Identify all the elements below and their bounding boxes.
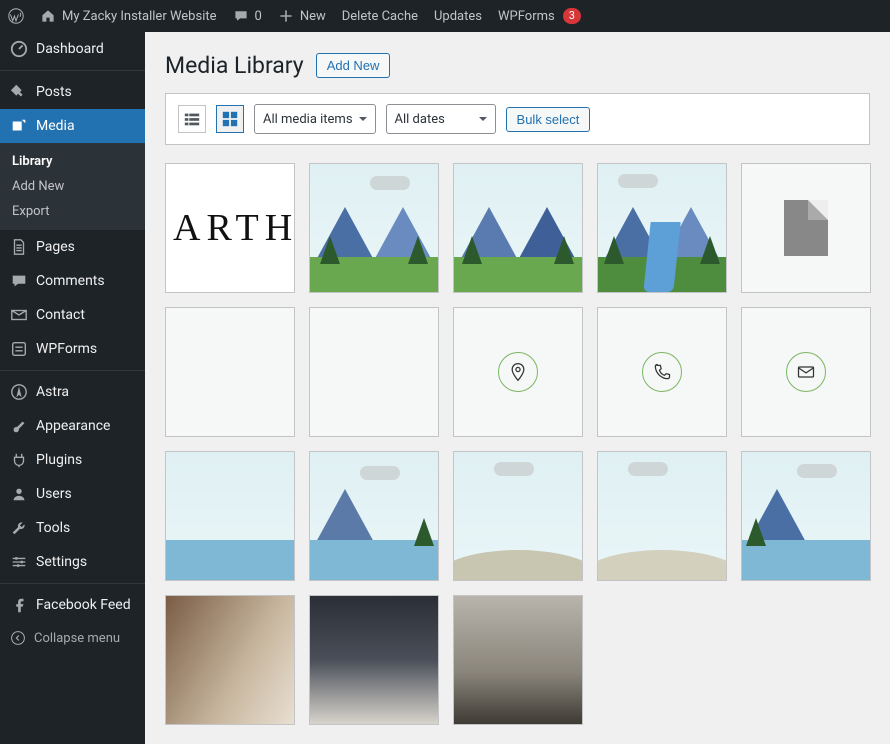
media-toolbar: All media items All dates Bulk select xyxy=(165,93,870,145)
filter-date-select[interactable]: All dates xyxy=(386,104,496,134)
admin-bar: My Zacky Installer Website 0 New Delete … xyxy=(0,0,890,32)
view-list-button[interactable] xyxy=(178,105,206,133)
media-icon xyxy=(10,117,28,135)
plug-icon xyxy=(10,451,28,469)
media-item[interactable] xyxy=(741,163,871,293)
media-item[interactable] xyxy=(165,595,295,725)
media-item[interactable] xyxy=(165,307,295,437)
admin-sidebar: Dashboard Posts Media Library Add New Ex… xyxy=(0,32,145,744)
pin-icon xyxy=(10,83,28,101)
sidebar-item-settings[interactable]: Settings xyxy=(0,545,145,579)
media-item[interactable] xyxy=(453,595,583,725)
media-item[interactable] xyxy=(597,451,727,581)
envelope-icon xyxy=(786,352,826,392)
comments-count: 0 xyxy=(255,9,262,24)
home-icon xyxy=(40,8,56,24)
sidebar-item-astra[interactable]: Astra xyxy=(0,375,145,409)
add-new-button[interactable]: Add New xyxy=(316,53,391,78)
sidebar-item-tools[interactable]: Tools xyxy=(0,511,145,545)
sidebar-item-users[interactable]: Users xyxy=(0,477,145,511)
media-item[interactable] xyxy=(741,307,871,437)
media-item[interactable] xyxy=(309,595,439,725)
wp-logo[interactable] xyxy=(0,0,32,32)
bulk-select-button[interactable]: Bulk select xyxy=(506,107,591,132)
new-label: New xyxy=(300,9,326,24)
sidebar-item-appearance[interactable]: Appearance xyxy=(0,409,145,443)
media-item[interactable] xyxy=(453,307,583,437)
file-icon xyxy=(784,200,828,256)
media-item[interactable] xyxy=(165,451,295,581)
mail-icon xyxy=(10,306,28,324)
site-title: My Zacky Installer Website xyxy=(62,9,217,24)
collapse-menu[interactable]: Collapse menu xyxy=(0,622,145,654)
pages-icon xyxy=(10,238,28,256)
sidebar-item-facebook-feed[interactable]: Facebook Feed xyxy=(0,588,145,622)
sidebar-item-media[interactable]: Media xyxy=(0,109,145,143)
page-title: Media Library xyxy=(165,52,304,79)
delete-cache-link[interactable]: Delete Cache xyxy=(334,0,426,32)
sidebar-item-wpforms[interactable]: WPForms xyxy=(0,332,145,366)
submenu-export[interactable]: Export xyxy=(0,199,145,224)
submenu-library[interactable]: Library xyxy=(0,149,145,174)
brush-icon xyxy=(10,417,28,435)
media-item[interactable] xyxy=(597,163,727,293)
comments-link[interactable]: 0 xyxy=(225,0,270,32)
phone-icon xyxy=(642,352,682,392)
media-item[interactable] xyxy=(453,163,583,293)
location-pin-icon xyxy=(498,352,538,392)
sidebar-item-plugins[interactable]: Plugins xyxy=(0,443,145,477)
astra-icon xyxy=(10,383,28,401)
site-link[interactable]: My Zacky Installer Website xyxy=(32,0,225,32)
media-item[interactable] xyxy=(453,451,583,581)
media-item[interactable] xyxy=(309,307,439,437)
sidebar-item-dashboard[interactable]: Dashboard xyxy=(0,32,145,66)
sidebar-item-comments[interactable]: Comments xyxy=(0,264,145,298)
sidebar-item-posts[interactable]: Posts xyxy=(0,75,145,109)
sidebar-item-contact[interactable]: Contact xyxy=(0,298,145,332)
comment-icon xyxy=(10,272,28,290)
media-item[interactable]: EARTH xyxy=(165,163,295,293)
facebook-icon xyxy=(10,596,28,614)
earth-logo: EARTH xyxy=(165,206,295,250)
user-icon xyxy=(10,485,28,503)
media-grid: EARTH xyxy=(165,163,870,725)
grid-icon xyxy=(221,110,239,128)
form-icon xyxy=(10,340,28,358)
page-header: Media Library Add New xyxy=(165,52,870,79)
content-area: Media Library Add New All media items Al… xyxy=(145,32,890,744)
updates-link[interactable]: Updates xyxy=(426,0,490,32)
submenu-add-new[interactable]: Add New xyxy=(0,174,145,199)
view-grid-button[interactable] xyxy=(216,105,244,133)
wpforms-badge: 3 xyxy=(563,8,581,24)
list-icon xyxy=(183,110,201,128)
wpforms-link[interactable]: WPForms 3 xyxy=(490,0,589,32)
comment-icon xyxy=(233,8,249,24)
new-link[interactable]: New xyxy=(270,0,334,32)
dashboard-icon xyxy=(10,40,28,58)
sidebar-item-pages[interactable]: Pages xyxy=(0,230,145,264)
media-item[interactable] xyxy=(309,451,439,581)
media-submenu: Library Add New Export xyxy=(0,143,145,230)
media-item[interactable] xyxy=(597,307,727,437)
sliders-icon xyxy=(10,553,28,571)
media-item[interactable] xyxy=(309,163,439,293)
plus-icon xyxy=(278,8,294,24)
media-item[interactable] xyxy=(741,451,871,581)
filter-type-select[interactable]: All media items xyxy=(254,104,376,134)
wordpress-icon xyxy=(8,8,24,24)
wrench-icon xyxy=(10,519,28,537)
collapse-icon xyxy=(10,630,26,646)
